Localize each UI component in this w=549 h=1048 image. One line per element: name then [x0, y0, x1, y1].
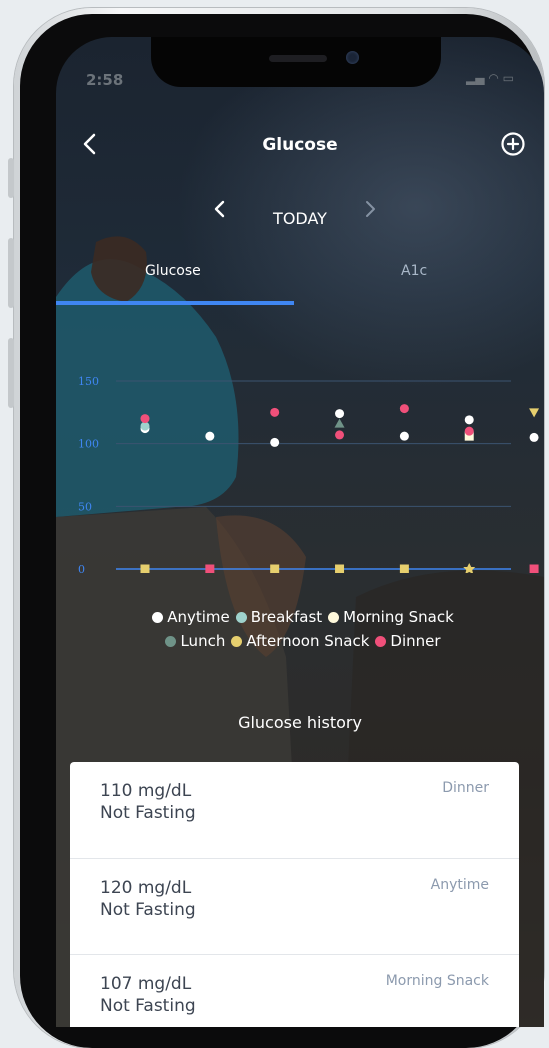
baseline-marker: [463, 563, 476, 573]
battery-icon: ▭: [502, 71, 514, 85]
data-point: [270, 407, 280, 417]
entry-fasting: Not Fasting: [100, 803, 196, 823]
legend-dot-icon: [231, 636, 243, 647]
legend-row: Lunch Afternoon Snack Dinner: [56, 629, 544, 653]
entry-value: 110 mg/dL Not Fasting: [100, 780, 196, 824]
date-label: TODAY: [273, 209, 327, 228]
data-point: [464, 426, 474, 436]
data-point: [399, 404, 409, 414]
signal-icon: ▂▄: [466, 71, 485, 85]
entry-glucose: 107 mg/dL: [100, 974, 192, 994]
data-point: [464, 415, 474, 425]
baseline-marker: [399, 564, 409, 573]
legend-row: Anytime Breakfast Morning Snack: [56, 605, 544, 629]
entry-meal: Morning Snack: [385, 973, 489, 989]
volume-down-button: [8, 338, 14, 408]
date-navigator: TODAY: [56, 197, 544, 237]
history-entry[interactable]: 120 mg/dL Not Fasting Anytime: [70, 858, 519, 955]
history-title: Glucose history: [238, 713, 362, 732]
data-point: [335, 409, 345, 419]
speaker-grille: [269, 55, 327, 62]
tab-bar: Glucose A1c: [56, 263, 544, 307]
front-camera: [346, 51, 359, 64]
data-point: [205, 431, 215, 441]
data-point: [335, 430, 345, 440]
baseline-marker: [529, 564, 539, 573]
entry-fasting: Not Fasting: [100, 996, 196, 1016]
baseline-marker: [270, 564, 280, 573]
history-entry[interactable]: 110 mg/dL Not Fasting Dinner: [70, 762, 519, 858]
next-date-chevron-icon[interactable]: [358, 197, 382, 221]
y-tick-label: 150: [78, 375, 99, 388]
history-card: 110 mg/dL Not Fasting Dinner 120 mg/dL N…: [70, 762, 519, 1027]
entry-meal: Dinner: [442, 780, 489, 796]
legend-label: Breakfast: [250, 608, 323, 626]
app-screen: 2:58 ▂▄ ◠ ▭ Glucose TODAY Glucose A1c 0 …: [56, 37, 544, 1027]
active-tab-indicator: [56, 301, 294, 305]
entry-value: 107 mg/dL Not Fasting: [100, 973, 196, 1017]
entry-value: 120 mg/dL Not Fasting: [100, 877, 196, 921]
page-title: Glucose: [262, 135, 338, 155]
tab-glucose[interactable]: Glucose: [145, 263, 201, 279]
status-time: 2:58: [86, 71, 124, 89]
legend-dot-icon: [328, 612, 340, 623]
data-point: [270, 437, 280, 447]
entry-glucose: 120 mg/dL: [100, 878, 192, 898]
wifi-icon: ◠: [488, 71, 499, 85]
phone-frame: 2:58 ▂▄ ◠ ▭ Glucose TODAY Glucose A1c 0 …: [8, 8, 544, 1048]
y-tick-label: 0: [78, 563, 85, 573]
baseline-marker: [335, 564, 345, 573]
entry-meal: Anytime: [430, 877, 489, 893]
y-tick-label: 100: [78, 438, 99, 451]
history-entry[interactable]: 107 mg/dL Not Fasting Morning Snack: [70, 954, 519, 1027]
legend-dot-icon: [375, 636, 387, 647]
add-circle-icon[interactable]: [500, 131, 526, 157]
glucose-chart: 050100150SuMoTuWeThFrSa: [78, 375, 540, 573]
legend-label: Dinner: [390, 632, 441, 650]
chart-legend: Anytime Breakfast Morning Snack Lunch Aftern…: [56, 605, 544, 653]
data-point: [334, 418, 345, 428]
legend-dot-icon: [152, 612, 164, 623]
baseline-marker: [140, 564, 150, 573]
volume-up-button: [8, 238, 14, 308]
status-icons: ▂▄ ◠ ▭: [466, 71, 514, 85]
tab-a1c[interactable]: A1c: [401, 263, 427, 279]
data-point: [529, 432, 539, 442]
legend-label: Anytime: [167, 608, 230, 626]
entry-fasting: Not Fasting: [100, 900, 196, 920]
mute-switch: [8, 158, 14, 198]
legend-dot-icon: [165, 636, 177, 647]
legend-label: Afternoon Snack: [246, 632, 370, 650]
data-point: [140, 414, 150, 424]
data-point: [529, 408, 540, 418]
phone-notch: [151, 37, 441, 87]
baseline-marker: [205, 564, 215, 573]
legend-label: Lunch: [180, 632, 226, 650]
data-point: [399, 431, 409, 441]
entry-glucose: 110 mg/dL: [100, 781, 192, 801]
y-tick-label: 50: [78, 500, 92, 513]
legend-label: Morning Snack: [343, 608, 454, 626]
legend-dot-icon: [235, 612, 247, 623]
nav-bar: Glucose: [56, 127, 544, 167]
